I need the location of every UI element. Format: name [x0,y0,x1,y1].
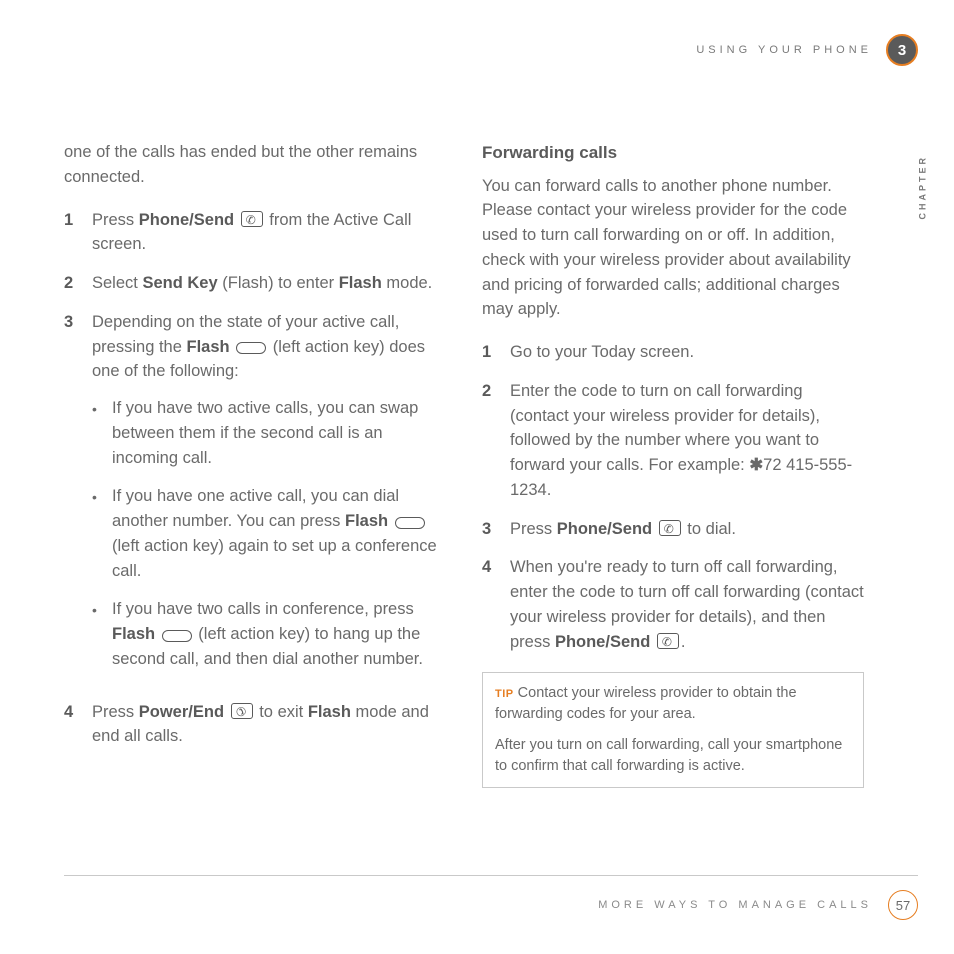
phone-send-label: Phone/Send [139,211,234,229]
t: . [681,633,686,651]
t: Flash [112,625,155,643]
page-number: 57 [888,890,918,920]
page-header: USING YOUR PHONE 3 [696,34,918,66]
bullet-icon: • [92,396,112,470]
tip-box: TIP Contact your wireless provider to ob… [482,672,864,788]
t: Press [510,520,557,538]
left-column: one of the calls has ended but the other… [64,140,446,788]
tip-line-1: TIP Contact your wireless provider to ob… [495,683,851,725]
step-num: 3 [64,310,92,686]
bullet-icon: • [92,597,112,671]
tip-line-2: After you turn on call forwarding, call … [495,735,851,777]
step-3: 3 Depending on the state of your active … [64,310,446,686]
t: Contact your wireless provider to obtain… [495,685,797,722]
bullet-list: • If you have two active calls, you can … [92,396,446,672]
t: Flash [308,703,351,721]
step-2: 2 Enter the code to turn on call forward… [482,379,864,503]
t: Power/End [139,703,224,721]
step-body: Press Phone/Send from the Active Call sc… [92,208,446,258]
right-steps: 1 Go to your Today screen. 2 Enter the c… [482,340,864,654]
content-area: one of the calls has ended but the other… [64,140,864,788]
step-num: 4 [482,555,510,654]
t: If you have two calls in conference, pre… [112,597,446,671]
step-num: 4 [64,700,92,750]
header-title: USING YOUR PHONE [696,44,872,56]
t: If you have one active call, you can dia… [112,484,446,583]
left-steps: 1 Press Phone/Send from the Active Call … [64,208,446,750]
intro-para: one of the calls has ended but the other… [64,140,446,190]
list-item: • If you have one active call, you can d… [92,484,446,583]
step-2: 2 Select Send Key (Flash) to enter Flash… [64,271,446,296]
step-body: Press Power/End to exit Flash mode and e… [92,700,446,750]
step-body: Go to your Today screen. [510,340,864,365]
chapter-side-label: CHAPTER [918,155,928,220]
chapter-badge: 3 [886,34,918,66]
t: (left action key) again to set up a conf… [112,537,437,580]
footer-text: MORE WAYS TO MANAGE CALLS [598,899,872,911]
step-body: Press Phone/Send to dial. [510,517,864,542]
t: mode. [382,274,432,292]
step-body: Select Send Key (Flash) to enter Flash m… [92,271,446,296]
t: Flash [345,512,388,530]
step-3: 3 Press Phone/Send to dial. [482,517,864,542]
t: Send Key [142,274,217,292]
t: Press [92,703,139,721]
bullet-icon: • [92,484,112,583]
step-4: 4 Press Power/End to exit Flash mode and… [64,700,446,750]
step-num: 1 [482,340,510,365]
step-4: 4 When you're ready to turn off call for… [482,555,864,654]
step-1: 1 Go to your Today screen. [482,340,864,365]
power-end-icon [231,703,253,719]
step-num: 3 [482,517,510,542]
list-item: • If you have two calls in conference, p… [92,597,446,671]
right-column: Forwarding calls You can forward calls t… [482,140,864,788]
star-icon: ✱ [749,456,763,474]
step-num: 2 [482,379,510,503]
tip-label: TIP [495,688,514,700]
list-item: • If you have two active calls, you can … [92,396,446,470]
section-heading: Forwarding calls [482,140,864,166]
phone-send-icon [241,211,263,227]
t: Flash [339,274,382,292]
phone-send-icon [659,520,681,536]
t: Select [92,274,142,292]
step-num: 1 [64,208,92,258]
flash-key-icon [236,342,266,354]
step-body: Enter the code to turn on call forwardin… [510,379,864,503]
t: Flash [186,338,229,356]
t: (left action key) to hang up the second … [112,625,423,668]
phone-send-icon [657,633,679,649]
step-num: 2 [64,271,92,296]
t: to dial. [687,520,736,538]
intro-para: You can forward calls to another phone n… [482,174,864,323]
page-footer: MORE WAYS TO MANAGE CALLS 57 [64,875,918,920]
step-1: 1 Press Phone/Send from the Active Call … [64,208,446,258]
flash-key-icon [162,630,192,642]
t: Press [92,211,139,229]
t: (Flash) to enter [218,274,339,292]
t: If you have two active calls, you can sw… [112,396,446,470]
t: Phone/Send [557,520,652,538]
flash-key-icon [395,517,425,529]
t: Phone/Send [555,633,650,651]
t: to exit [259,703,308,721]
step-body: Depending on the state of your active ca… [92,310,446,686]
step-body: When you're ready to turn off call forwa… [510,555,864,654]
t: If you have two calls in conference, pre… [112,600,414,618]
